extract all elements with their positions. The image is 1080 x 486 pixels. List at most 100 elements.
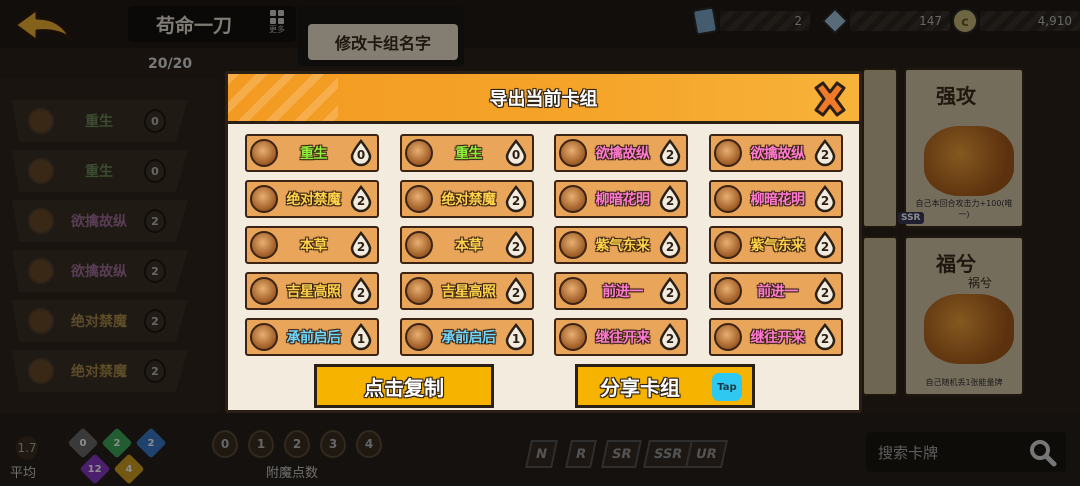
card-portrait-icon bbox=[714, 323, 742, 351]
deck-card-name: 前进一 bbox=[602, 284, 643, 300]
cost-drop-icon: 2 bbox=[658, 277, 682, 305]
deck-card-cost: 2 bbox=[356, 194, 366, 208]
deck-card[interactable]: 柳暗花明 2 bbox=[709, 180, 843, 218]
deck-card[interactable]: 绝对禁魔 2 bbox=[245, 180, 379, 218]
deck-card-cost: 2 bbox=[356, 286, 366, 300]
deck-card-cost: 1 bbox=[511, 332, 521, 346]
cost-drop-icon: 0 bbox=[504, 139, 528, 167]
share-label: 分享卡组 bbox=[600, 375, 680, 400]
deck-card[interactable]: 重生 0 bbox=[400, 134, 534, 172]
deck-card-cost: 2 bbox=[665, 194, 675, 208]
cost-drop-icon: 2 bbox=[658, 231, 682, 259]
cost-drop-icon: 1 bbox=[349, 323, 373, 351]
deck-card-cost: 2 bbox=[820, 286, 830, 300]
deck-card-cost: 2 bbox=[820, 148, 830, 162]
deck-card-name: 绝对禁魔 bbox=[286, 192, 342, 208]
deck-card-name: 柳暗花明 bbox=[750, 192, 806, 208]
cost-drop-icon: 0 bbox=[349, 139, 373, 167]
cost-drop-icon: 1 bbox=[504, 323, 528, 351]
cost-drop-icon: 2 bbox=[504, 231, 528, 259]
deck-card[interactable]: 本草 2 bbox=[400, 226, 534, 264]
card-portrait-icon bbox=[405, 185, 433, 213]
deck-card-name: 继往开来 bbox=[750, 330, 806, 346]
deck-card[interactable]: 柳暗花明 2 bbox=[554, 180, 688, 218]
copy-button[interactable]: 点击复制 bbox=[314, 364, 494, 408]
card-portrait-icon bbox=[405, 231, 433, 259]
deck-card-name: 承前启后 bbox=[286, 330, 342, 346]
share-deck-button[interactable]: 分享卡组 Tap bbox=[575, 364, 755, 408]
cost-drop-icon: 2 bbox=[504, 277, 528, 305]
deck-card-name: 欲擒故纵 bbox=[750, 146, 806, 162]
deck-card-name: 本草 bbox=[300, 238, 328, 254]
card-portrait-icon bbox=[250, 277, 278, 305]
deck-card[interactable]: 紫气东来 2 bbox=[709, 226, 843, 264]
deck-card-cost: 1 bbox=[356, 332, 366, 346]
deck-card-cost: 2 bbox=[356, 240, 366, 254]
deck-card[interactable]: 前进一 2 bbox=[554, 272, 688, 310]
deck-card-name: 吉星高照 bbox=[286, 284, 342, 300]
deck-card-name: 承前启后 bbox=[441, 330, 497, 346]
cost-drop-icon: 2 bbox=[813, 139, 837, 167]
deck-card[interactable]: 欲擒故纵 2 bbox=[709, 134, 843, 172]
cost-drop-icon: 2 bbox=[349, 185, 373, 213]
deck-card[interactable]: 本草 2 bbox=[245, 226, 379, 264]
deck-card[interactable]: 吉星高照 2 bbox=[400, 272, 534, 310]
deck-card[interactable]: 承前启后 1 bbox=[400, 318, 534, 356]
card-portrait-icon bbox=[714, 231, 742, 259]
deck-card-cost: 2 bbox=[665, 332, 675, 346]
card-portrait-icon bbox=[250, 231, 278, 259]
cost-drop-icon: 2 bbox=[813, 185, 837, 213]
deck-card-name: 重生 bbox=[455, 146, 483, 162]
card-portrait-icon bbox=[559, 185, 587, 213]
deck-card-cost: 2 bbox=[665, 148, 675, 162]
deck-card-name: 吉星高照 bbox=[441, 284, 497, 300]
card-portrait-icon bbox=[714, 185, 742, 213]
deck-card-name: 继往开来 bbox=[595, 330, 651, 346]
cost-drop-icon: 2 bbox=[349, 231, 373, 259]
deck-card[interactable]: 承前启后 1 bbox=[245, 318, 379, 356]
deck-card-cost: 2 bbox=[820, 194, 830, 208]
cost-drop-icon: 2 bbox=[658, 139, 682, 167]
deck-card[interactable]: 重生 0 bbox=[245, 134, 379, 172]
cost-drop-icon: 2 bbox=[349, 277, 373, 305]
cost-drop-icon: 2 bbox=[813, 277, 837, 305]
deck-card-cost: 2 bbox=[665, 240, 675, 254]
deck-card-name: 本草 bbox=[455, 238, 483, 254]
dialog-title: 导出当前卡组 bbox=[489, 88, 598, 110]
cost-drop-icon: 2 bbox=[504, 185, 528, 213]
deck-card-name: 前进一 bbox=[757, 284, 798, 300]
deck-card-name: 紫气东来 bbox=[595, 238, 651, 254]
deck-card[interactable]: 绝对禁魔 2 bbox=[400, 180, 534, 218]
card-portrait-icon bbox=[559, 277, 587, 305]
cost-drop-icon: 2 bbox=[658, 323, 682, 351]
deck-card-cost: 2 bbox=[511, 194, 521, 208]
deck-card-name: 欲擒故纵 bbox=[595, 146, 651, 162]
card-portrait-icon bbox=[250, 139, 278, 167]
card-portrait-icon bbox=[714, 139, 742, 167]
close-icon bbox=[814, 81, 846, 117]
close-button[interactable] bbox=[810, 80, 850, 118]
cost-drop-icon: 2 bbox=[658, 185, 682, 213]
deck-card[interactable]: 继往开来 2 bbox=[554, 318, 688, 356]
card-portrait-icon bbox=[250, 323, 278, 351]
cost-drop-icon: 2 bbox=[813, 323, 837, 351]
deck-card-cost: 0 bbox=[356, 148, 366, 162]
deck-card[interactable]: 紫气东来 2 bbox=[554, 226, 688, 264]
card-portrait-icon bbox=[714, 277, 742, 305]
card-portrait-icon bbox=[405, 277, 433, 305]
deck-card-name: 紫气东来 bbox=[750, 238, 806, 254]
export-deck-dialog: 导出当前卡组 重生 0 重生 0 欲擒故纵 2 欲擒故纵 2 绝对禁魔 2 绝对禁魔 2 柳暗花明 2 柳暗… bbox=[225, 71, 862, 413]
deck-card[interactable]: 吉星高照 2 bbox=[245, 272, 379, 310]
card-portrait-icon bbox=[405, 139, 433, 167]
deck-card[interactable]: 欲擒故纵 2 bbox=[554, 134, 688, 172]
deck-card-name: 绝对禁魔 bbox=[441, 192, 497, 208]
deck-card-cost: 2 bbox=[665, 286, 675, 300]
card-portrait-icon bbox=[250, 185, 278, 213]
card-portrait-icon bbox=[559, 231, 587, 259]
deck-card[interactable]: 前进一 2 bbox=[709, 272, 843, 310]
deck-card-cost: 2 bbox=[511, 286, 521, 300]
deck-card-cost: 0 bbox=[511, 148, 521, 162]
deck-card-cost: 2 bbox=[820, 332, 830, 346]
dialog-header: 导出当前卡组 bbox=[228, 74, 859, 124]
deck-card[interactable]: 继往开来 2 bbox=[709, 318, 843, 356]
